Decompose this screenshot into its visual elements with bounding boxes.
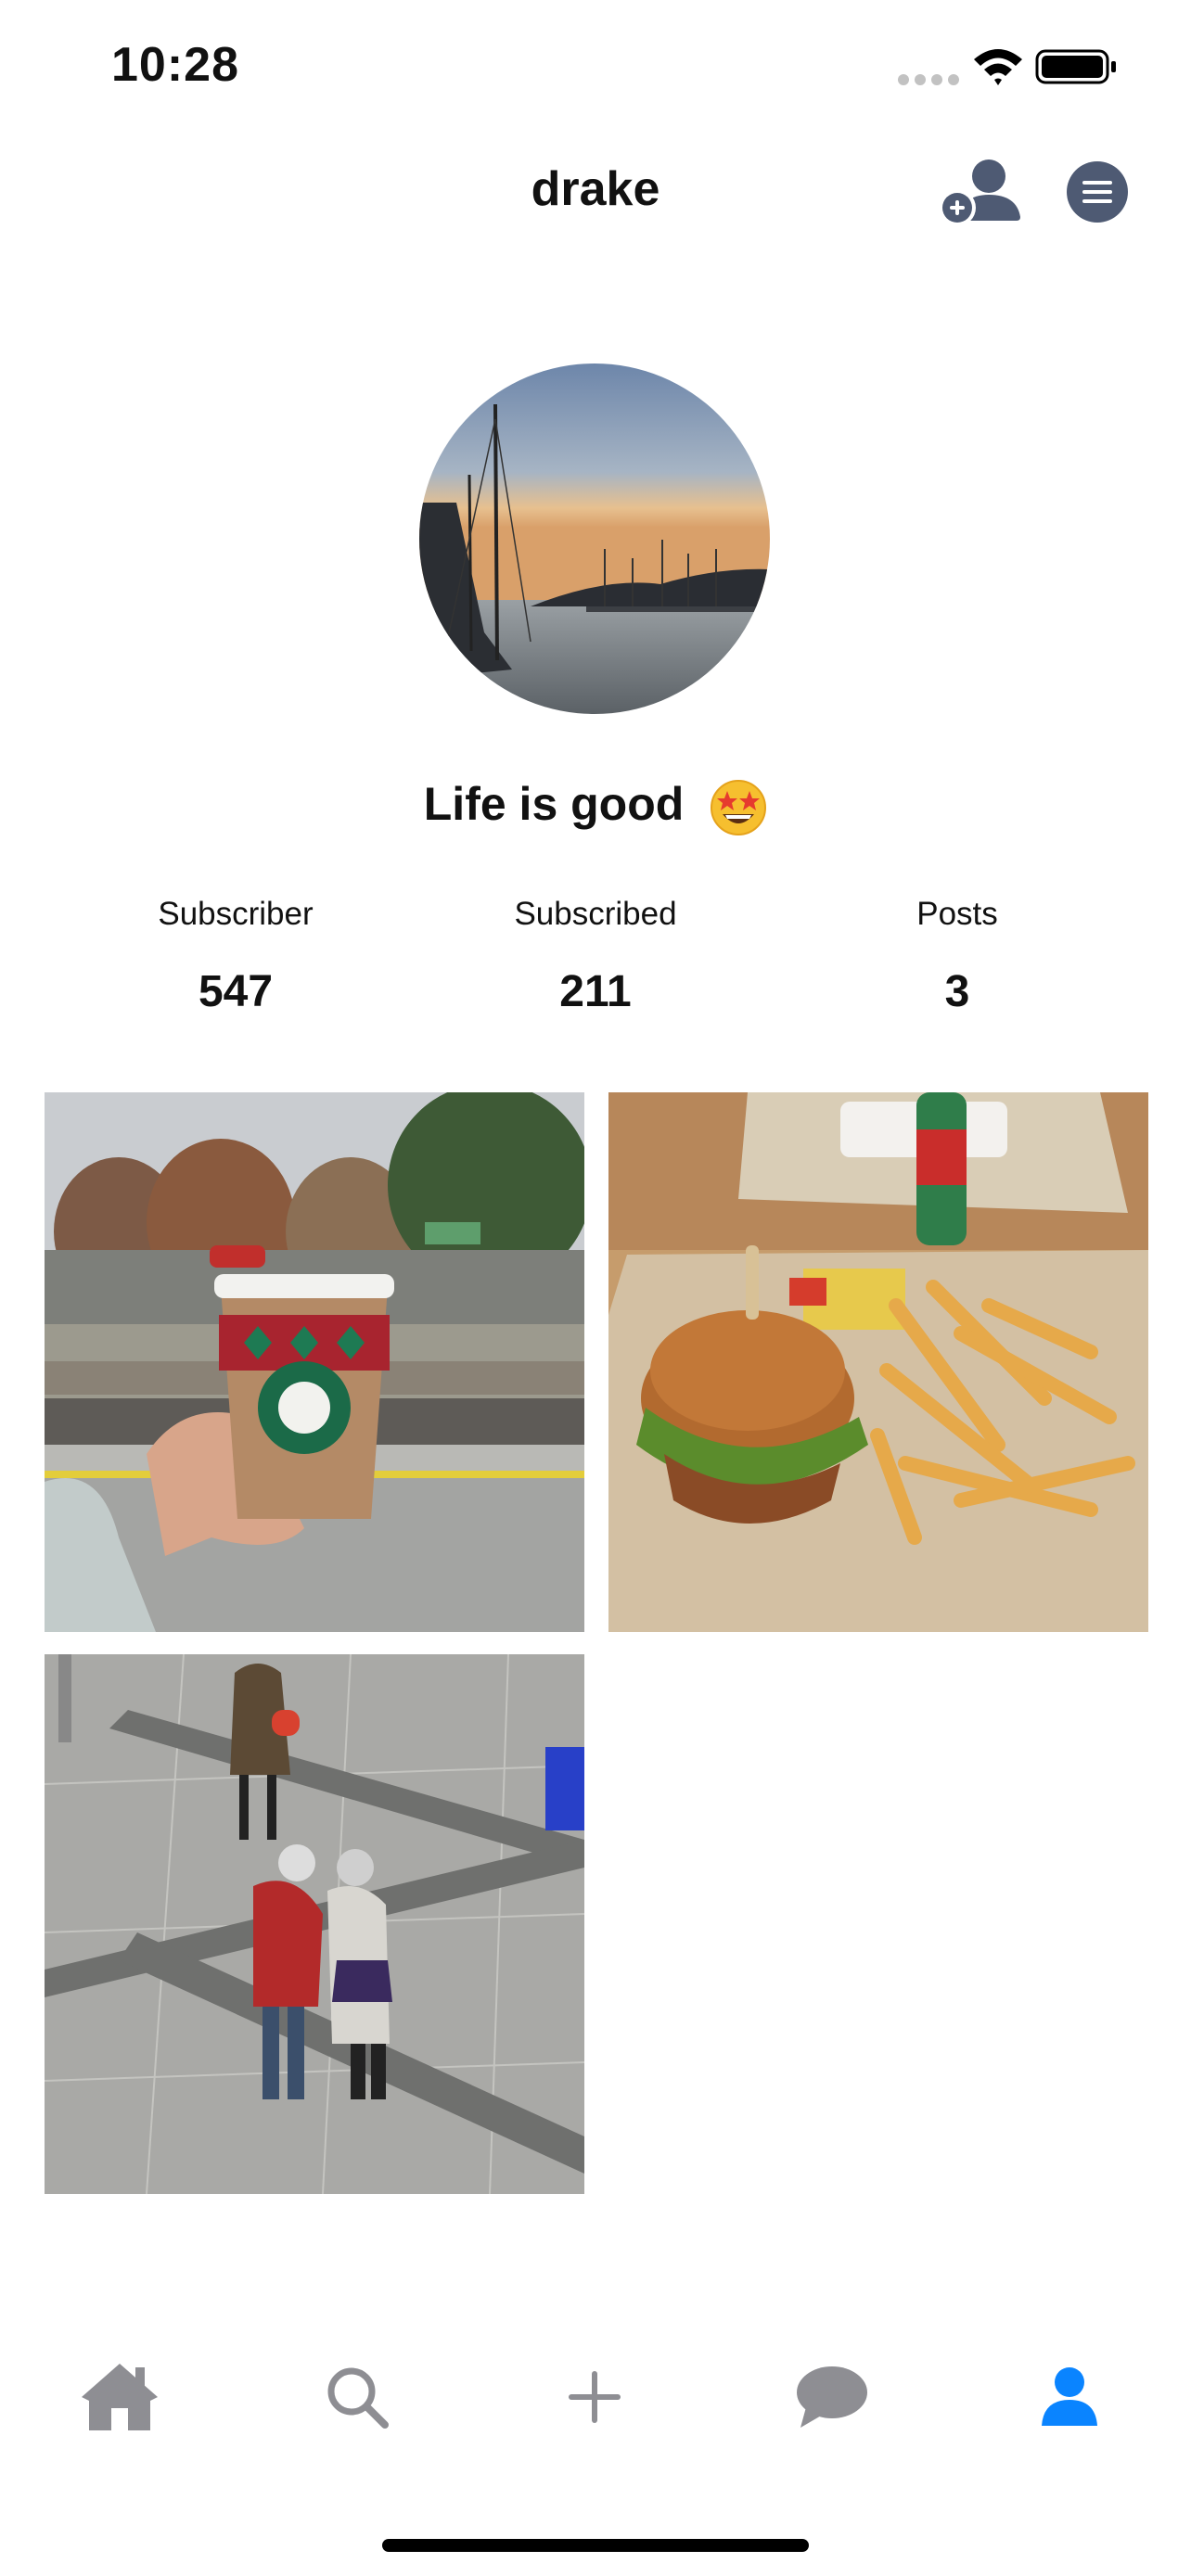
search-icon xyxy=(327,2367,389,2429)
star-struck-emoji-icon xyxy=(711,779,767,835)
profile-icon xyxy=(1042,2367,1097,2426)
burger-photo xyxy=(608,1092,1148,1632)
chat-bubble-icon xyxy=(797,2366,867,2428)
plus-icon xyxy=(569,2371,621,2423)
hug-photo xyxy=(45,1654,584,2194)
stat-posts[interactable]: Posts 3 xyxy=(818,896,1096,1017)
tab-profile[interactable] xyxy=(1028,2355,1111,2439)
stat-subscriber[interactable]: Subscriber 547 xyxy=(96,896,375,1017)
tab-messages[interactable] xyxy=(790,2355,874,2439)
avatar-harbor-image xyxy=(419,363,770,714)
add-friend-button[interactable] xyxy=(937,156,1026,228)
stat-label: Subscribed xyxy=(514,896,677,932)
stat-label: Posts xyxy=(916,896,998,932)
profile-bio: Life is good xyxy=(0,777,1191,836)
profile-stats: Subscriber 547 Subscribed 211 Posts 3 xyxy=(0,896,1191,1026)
stat-value: 3 xyxy=(944,967,970,1016)
home-indicator xyxy=(382,2539,809,2552)
coffee-photo xyxy=(45,1092,584,1632)
stat-value: 211 xyxy=(559,967,632,1016)
tab-create-post[interactable] xyxy=(553,2355,636,2439)
stat-label: Subscriber xyxy=(158,896,314,932)
status-time: 10:28 xyxy=(111,38,239,92)
post-thumbnail[interactable] xyxy=(45,1654,584,2194)
bio-text: Life is good xyxy=(423,778,685,830)
post-thumbnail[interactable] xyxy=(45,1092,584,1632)
tab-search[interactable] xyxy=(315,2355,399,2439)
home-icon xyxy=(82,2364,158,2430)
cellular-signal-icon xyxy=(898,74,959,85)
post-thumbnail[interactable] xyxy=(608,1092,1148,1632)
battery-icon xyxy=(1035,49,1116,84)
menu-button[interactable] xyxy=(1067,161,1128,223)
tab-home[interactable] xyxy=(78,2355,161,2439)
stat-value: 547 xyxy=(198,967,274,1016)
profile-avatar[interactable] xyxy=(419,363,770,714)
wifi-icon xyxy=(974,49,1022,85)
stat-subscribed[interactable]: Subscribed 211 xyxy=(456,896,735,1017)
status-bar: 10:28 xyxy=(0,0,1191,139)
